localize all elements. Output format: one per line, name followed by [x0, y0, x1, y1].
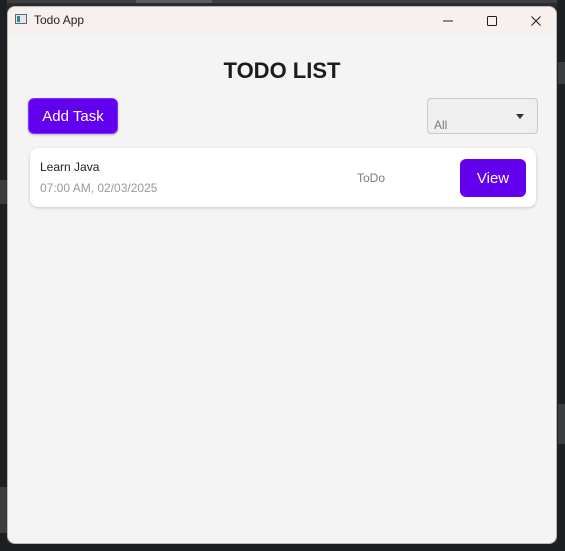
- status-filter-select[interactable]: All: [427, 98, 538, 134]
- close-icon: [531, 16, 541, 26]
- task-status: ToDo: [357, 171, 386, 185]
- close-button[interactable]: [514, 7, 556, 35]
- task-title: Learn Java: [40, 160, 100, 174]
- task-time: 07:00 AM, 02/03/2025: [40, 181, 158, 195]
- add-task-button[interactable]: Add Task: [28, 98, 118, 134]
- maximize-icon: [487, 16, 497, 26]
- page-title: TODO LIST: [223, 58, 341, 83]
- maximize-button[interactable]: [470, 7, 514, 35]
- minimize-button[interactable]: [426, 7, 470, 35]
- title-bar: Todo App: [8, 7, 556, 35]
- background-tab-strip: [0, 0, 565, 3]
- window-title: Todo App: [34, 13, 85, 27]
- chevron-down-icon: [516, 114, 524, 119]
- filter-selected-value: All: [434, 118, 448, 132]
- task-card: Learn Java 07:00 AM, 02/03/2025 ToDo Vie…: [30, 148, 536, 207]
- app-icon: [15, 14, 27, 24]
- app-window: Todo App TODO LIST Add Task All Learn Ja…: [7, 6, 557, 544]
- minimize-icon: [443, 20, 453, 22]
- background-editor-right: [557, 0, 565, 551]
- view-task-button[interactable]: View: [460, 159, 526, 197]
- background-console: [0, 543, 565, 551]
- background-editor-left: [0, 0, 7, 551]
